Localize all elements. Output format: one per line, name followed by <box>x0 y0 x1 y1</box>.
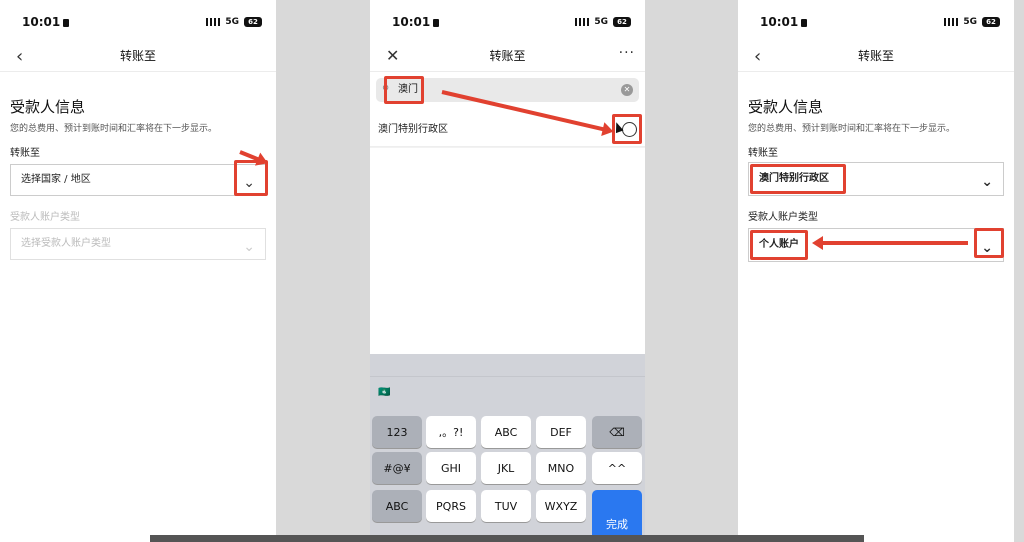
nav-bar: ✕ 转账至 ··· <box>370 40 645 72</box>
result-label: 澳门特别行政区 <box>378 124 448 135</box>
status-time: 10:01 <box>760 15 799 29</box>
flag-icon[interactable]: 🇲🇴 <box>378 387 390 398</box>
highlight-box <box>750 230 808 260</box>
back-icon[interactable]: ‹ <box>754 46 761 67</box>
screen-step-1: 10:01 5G 62 ‹ 转账至 受款人信息 您的总费用、预计到账时间和汇率将在… <box>0 0 276 542</box>
key-def[interactable]: DEF <box>536 416 586 448</box>
annotation-arrow <box>812 236 968 250</box>
key-abc-switch[interactable]: ABC <box>372 490 422 522</box>
chevron-down-icon: ⌄ <box>243 239 255 255</box>
nav-title: 转账至 <box>489 49 526 63</box>
account-type-label: 受款人账户类型 <box>748 212 818 223</box>
status-bar: 10:01 5G 62 <box>370 0 645 44</box>
account-type-select[interactable]: 选择受款人账户类型 ⌄ <box>10 228 266 260</box>
section-subtitle: 您的总费用、预计到账时间和汇率将在下一步显示。 <box>10 124 218 134</box>
network-label: 5G <box>225 17 239 27</box>
delete-key-icon[interactable]: ⌫ <box>592 416 642 448</box>
lock-icon <box>801 19 808 27</box>
country-select[interactable]: 选择国家 / 地区 ⌄ <box>10 164 266 196</box>
section-subtitle: 您的总费用、预计到账时间和汇率将在下一步显示。 <box>748 124 956 134</box>
nav-bar: ‹ 转账至 <box>0 40 276 72</box>
country-select-value: 选择国家 / 地区 <box>21 174 91 185</box>
nav-bar: ‹ 转账至 <box>738 40 1014 72</box>
nav-title: 转账至 <box>857 49 894 63</box>
clear-icon[interactable]: ✕ <box>621 84 633 96</box>
section-title: 受款人信息 <box>748 98 824 116</box>
keyboard: 🇲🇴 123 ,。?! ABC DEF ⌫ #@¥ GHI JKL MNO ^^… <box>370 354 645 542</box>
lock-icon <box>63 19 70 27</box>
signal-icon <box>944 18 959 26</box>
screen-step-2: 10:01 5G 62 ✕ 转账至 ··· ⚲ 澳门 ✕ 澳门特别行政区 🇲🇴 1… <box>370 0 645 542</box>
key-mno[interactable]: MNO <box>536 452 586 484</box>
status-time: 10:01 <box>22 15 61 29</box>
key-emoticon[interactable]: ^^ <box>592 452 642 484</box>
transfer-to-label: 转账至 <box>10 148 40 159</box>
nav-title: 转账至 <box>119 49 156 63</box>
screen-step-3: 10:01 5G 62 ‹ 转账至 受款人信息 您的总费用、预计到账时间和汇率将在… <box>738 0 1014 542</box>
account-type-placeholder: 选择受款人账户类型 <box>21 238 111 249</box>
section-title: 受款人信息 <box>10 98 86 116</box>
network-label: 5G <box>963 17 977 27</box>
key-jkl[interactable]: JKL <box>481 452 531 484</box>
more-icon[interactable]: ··· <box>619 45 635 61</box>
video-progress-bar <box>150 535 864 542</box>
battery-icon: 62 <box>244 17 262 27</box>
account-type-label: 受款人账户类型 <box>10 212 80 223</box>
network-label: 5G <box>594 17 608 27</box>
key-symbols[interactable]: #@¥ <box>372 452 422 484</box>
battery-icon: 62 <box>982 17 1000 27</box>
chevron-down-icon[interactable]: ⌄ <box>981 166 993 198</box>
key-ghi[interactable]: GHI <box>426 452 476 484</box>
results-blank-area <box>370 148 645 354</box>
key-punct[interactable]: ,。?! <box>426 416 476 448</box>
key-abc[interactable]: ABC <box>481 416 531 448</box>
key-pqrs[interactable]: PQRS <box>426 490 476 522</box>
signal-icon <box>206 18 221 26</box>
status-bar: 10:01 5G 62 <box>738 0 1014 44</box>
signal-icon <box>575 18 590 26</box>
transfer-to-label: 转账至 <box>748 148 778 159</box>
key-tuv[interactable]: TUV <box>481 490 531 522</box>
highlight-box <box>750 164 846 194</box>
lock-icon <box>433 19 440 27</box>
status-time: 10:01 <box>392 15 431 29</box>
back-icon[interactable]: ‹ <box>16 46 23 67</box>
highlight-box <box>384 76 424 104</box>
battery-icon: 62 <box>613 17 631 27</box>
highlight-box <box>974 228 1004 258</box>
keyboard-divider <box>370 376 645 377</box>
close-icon[interactable]: ✕ <box>386 46 399 65</box>
status-bar: 10:01 5G 62 <box>0 0 276 44</box>
key-wxyz[interactable]: WXYZ <box>536 490 586 522</box>
key-123[interactable]: 123 <box>372 416 422 448</box>
